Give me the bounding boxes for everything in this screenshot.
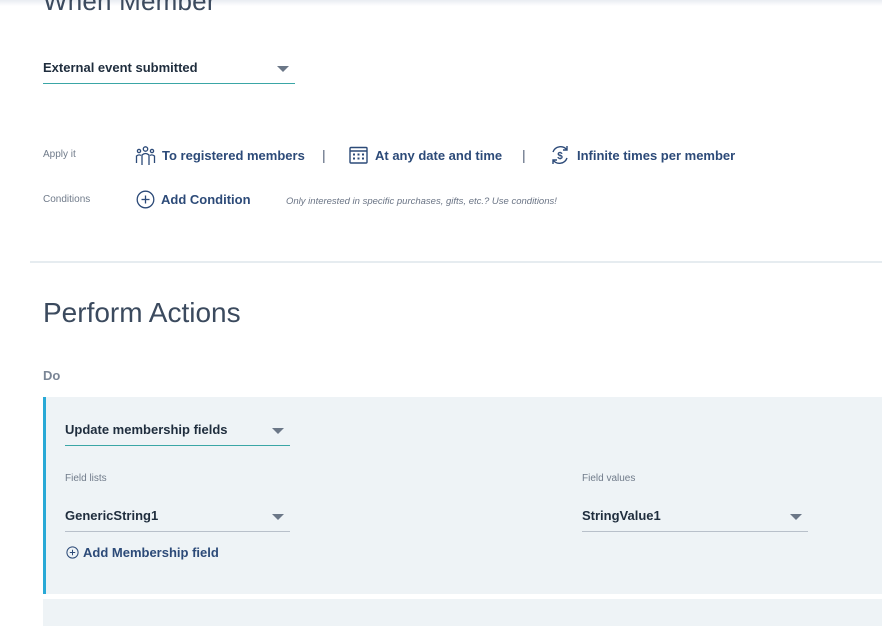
- chevron-down-icon: [790, 514, 802, 520]
- chevron-down-icon: [272, 428, 284, 434]
- chevron-down-icon: [272, 514, 284, 520]
- repeat-dollar-icon: $: [552, 146, 568, 164]
- trigger-dropdown-value: External event submitted: [43, 60, 198, 75]
- conditions-label: Conditions: [43, 194, 91, 205]
- schedule-link[interactable]: At any date and time: [349, 145, 502, 165]
- field-value-dropdown[interactable]: StringValue1: [582, 505, 808, 532]
- do-label: Do: [43, 368, 61, 383]
- perform-section-title: Perform Actions: [43, 297, 241, 328]
- when-section-title: When Member: [43, 0, 216, 16]
- frequency-label: Infinite times per member: [577, 147, 736, 163]
- frequency-link[interactable]: $ Infinite times per member: [549, 144, 735, 166]
- svg-text:$: $: [557, 151, 563, 162]
- add-membership-field-button[interactable]: Add Membership field: [66, 545, 219, 560]
- plus-circle-icon: [66, 546, 79, 559]
- action-type-dropdown[interactable]: Update membership fields: [65, 419, 290, 446]
- calendar-icon: [349, 146, 368, 164]
- people-icon: [135, 146, 156, 165]
- field-list-dropdown[interactable]: GenericString1: [65, 505, 290, 532]
- section-divider: [30, 261, 882, 263]
- field-lists-label: Field lists: [65, 473, 107, 484]
- add-membership-field-label: Add Membership field: [83, 545, 219, 560]
- separator: |: [322, 147, 326, 163]
- audience-link[interactable]: To registered members: [135, 145, 305, 166]
- next-action-card: [43, 599, 882, 626]
- action-type-value: Update membership fields: [65, 422, 228, 437]
- add-condition-button[interactable]: Add Condition: [136, 190, 251, 209]
- add-condition-label: Add Condition: [161, 192, 251, 207]
- schedule-label: At any date and time: [375, 147, 503, 163]
- field-list-value: GenericString1: [65, 508, 159, 523]
- field-values-label: Field values: [582, 473, 636, 484]
- trigger-dropdown[interactable]: External event submitted: [43, 57, 295, 84]
- apply-label: Apply it: [43, 149, 76, 160]
- chevron-down-icon: [277, 66, 289, 72]
- conditions-hint: Only interested in specific purchases, g…: [286, 196, 557, 207]
- audience-label: To registered members: [162, 148, 305, 163]
- field-value-value: StringValue1: [582, 508, 661, 523]
- plus-circle-icon: [136, 190, 155, 209]
- separator: |: [522, 147, 526, 163]
